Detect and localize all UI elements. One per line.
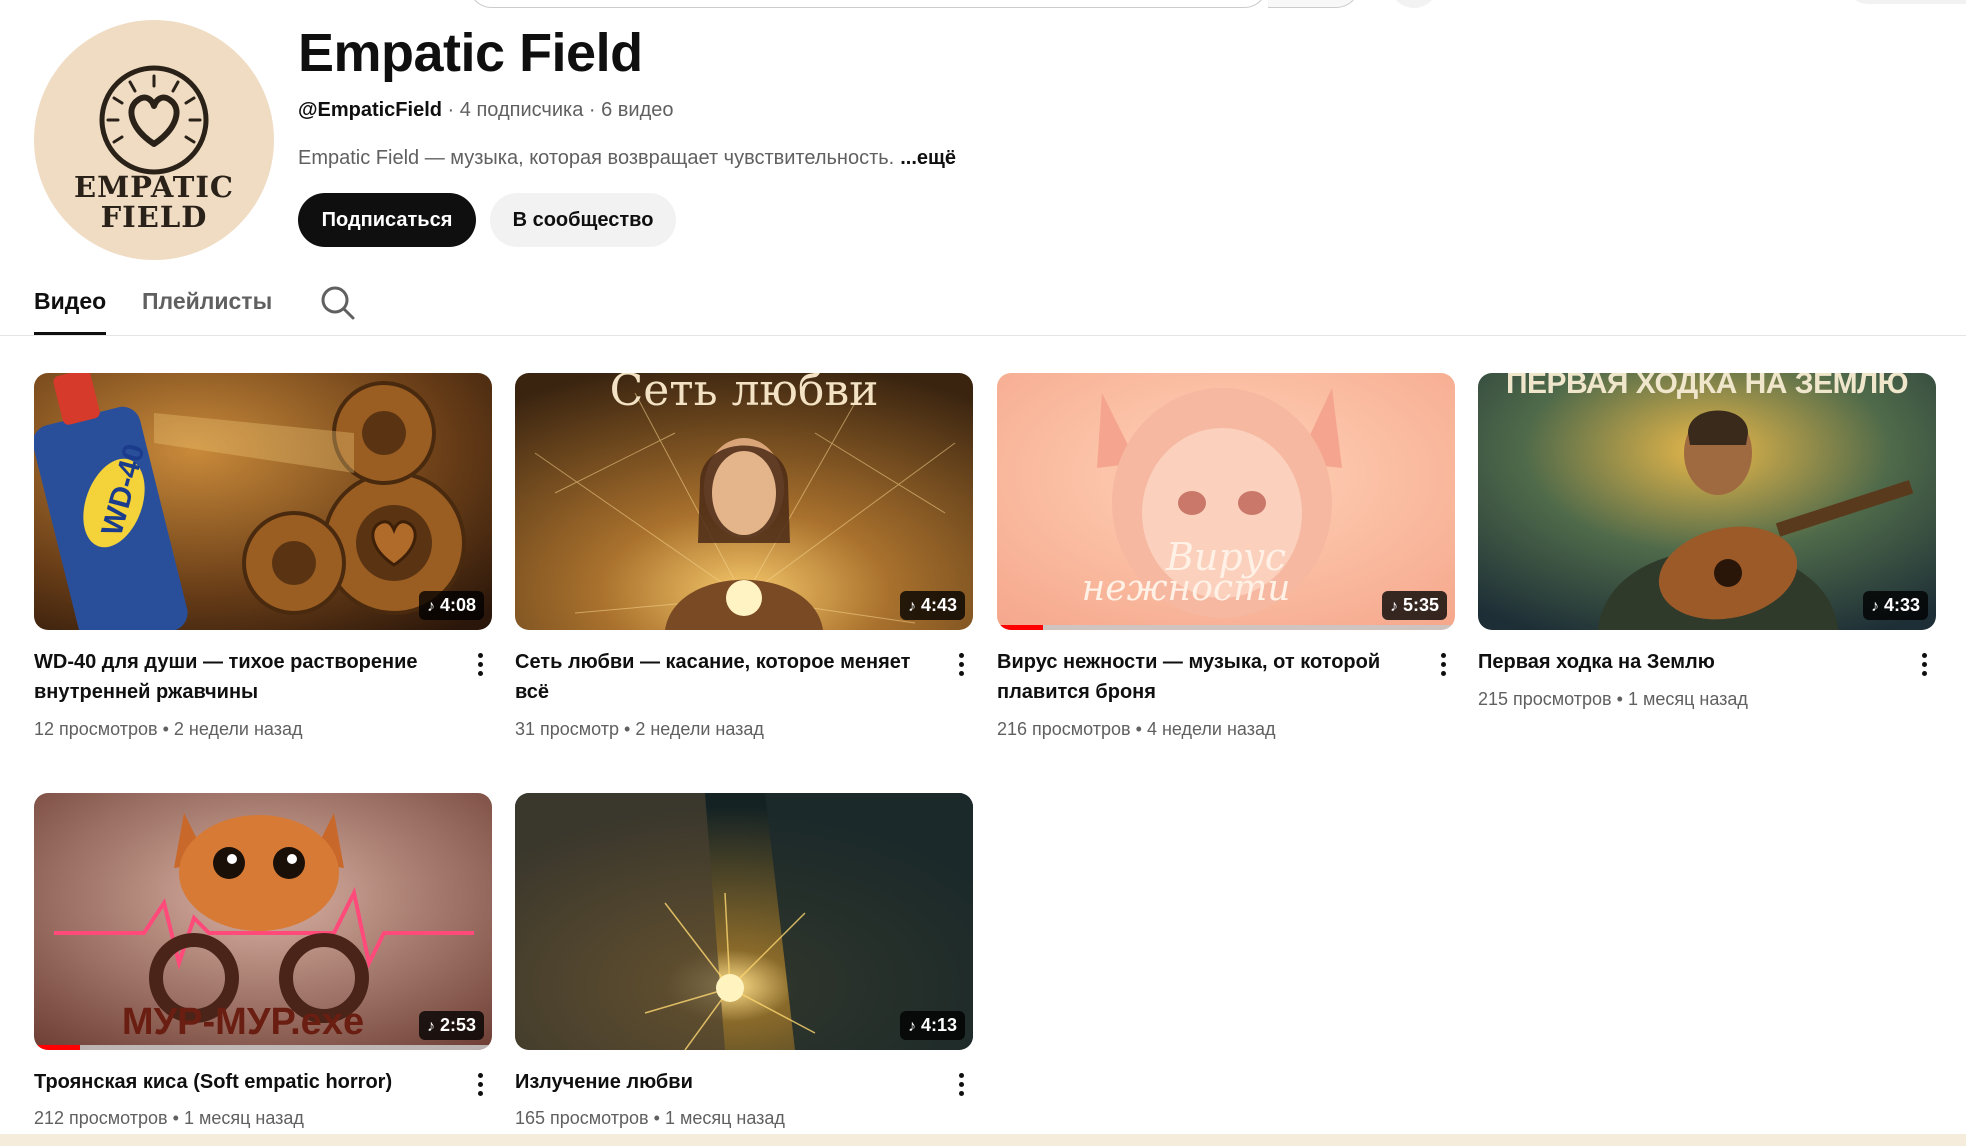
video-card[interactable]: МУР-МУР.exe ♪ 2:53 Троянская киса (Soft e… (34, 793, 492, 1128)
duration-badge: ♪ 4:33 (1862, 591, 1928, 620)
video-thumbnail[interactable]: МУР-МУР.exe ♪ 2:53 (34, 793, 492, 1050)
video-title[interactable]: WD-40 для души — тихое растворение внутр… (34, 647, 434, 707)
thumbnail-caption: МУР-МУР.exe (121, 1001, 365, 1043)
more-vert-icon[interactable] (1912, 649, 1936, 683)
avatar-text-line2: FIELD (100, 200, 208, 234)
avatar-text-line1: EMPATIC (73, 170, 235, 204)
video-meta: 215 просмотров • 1 месяц назад (1478, 689, 1748, 709)
more-vert-icon[interactable] (468, 649, 492, 683)
watch-progress-track (34, 1045, 492, 1050)
video-count: 6 видео (601, 99, 674, 121)
more-vert-icon[interactable] (949, 1069, 973, 1103)
watch-progress-track (997, 625, 1455, 630)
music-note-icon: ♪ (1389, 598, 1398, 615)
voice-search-button[interactable] (1390, 0, 1438, 8)
video-meta: 31 просмотр • 2 недели назад (515, 719, 764, 739)
bottom-edge-strip (0, 1134, 1966, 1146)
thumbnail-caption: ПЕРВАЯ ХОДКА НА ЗЕМЛЮ (1505, 373, 1909, 400)
video-meta: 165 просмотров • 1 месяц назад (515, 1108, 785, 1128)
channel-search-icon[interactable] (318, 283, 358, 323)
more-vert-icon[interactable] (1431, 649, 1455, 683)
music-note-icon: ♪ (907, 1018, 916, 1035)
more-vert-icon[interactable] (949, 649, 973, 683)
video-thumbnail[interactable]: ♪ 4:13 (515, 793, 973, 1050)
masthead-account-button[interactable] (1846, 0, 1966, 4)
description-more-link[interactable]: ...ещё (900, 147, 956, 169)
tab-videos[interactable]: Видео (34, 288, 106, 315)
video-thumbnail[interactable]: Сеть любви ♪ 4:43 (515, 373, 973, 630)
watch-progress-fill (997, 625, 1043, 630)
duration-badge: ♪ 2:53 (418, 1011, 484, 1040)
video-title[interactable]: Вирус нежности — музыка, от которой плав… (997, 647, 1397, 707)
video-title[interactable]: Излучение любви (515, 1067, 915, 1097)
video-thumbnail[interactable]: Вирус нежности ♪ 5:35 (997, 373, 1455, 630)
channel-description[interactable]: Empatic Field — музыка, которая возвраща… (298, 147, 956, 170)
video-card[interactable]: ПЕРВАЯ ХОДКА НА ЗЕМЛЮ ♪ 4:33 Первая ходка… (1478, 373, 1936, 709)
video-thumbnail[interactable]: ПЕРВАЯ ХОДКА НА ЗЕМЛЮ ♪ 4:33 (1478, 373, 1936, 630)
video-card[interactable]: Сеть любви ♪ 4:43 Сеть любви — касание, к… (515, 373, 973, 739)
thumbnail-caption: Сеть любви (609, 373, 879, 416)
channel-meta: @EmpaticField · 4 подписчика · 6 видео (298, 99, 674, 122)
duration-badge: ♪ 4:13 (899, 1011, 965, 1040)
music-note-icon: ♪ (426, 1018, 435, 1035)
meta-separator: · (441, 99, 460, 121)
video-card[interactable]: ♪ 4:13 Излучение любви 165 просмотров • 1… (515, 793, 973, 1128)
channel-title: Empatic Field (298, 23, 643, 83)
video-title[interactable]: Сеть любви — касание, которое меняет всё (515, 647, 915, 707)
video-meta: 212 просмотров • 1 месяц назад (34, 1108, 304, 1128)
video-title[interactable]: Первая ходка на Землю (1478, 647, 1878, 677)
tab-playlists[interactable]: Плейлисты (142, 288, 272, 315)
more-vert-icon[interactable] (468, 1069, 492, 1103)
video-meta: 12 просмотров • 2 недели назад (34, 719, 303, 739)
video-meta: 216 просмотров • 4 недели назад (997, 719, 1276, 739)
music-note-icon: ♪ (907, 598, 916, 615)
meta-separator: · (583, 99, 602, 121)
video-card[interactable]: WD-40 ♪ 4:08 WD-40 для души — тихое раств… (34, 373, 492, 739)
video-thumbnail[interactable]: WD-40 ♪ 4:08 (34, 373, 492, 630)
channel-handle[interactable]: @EmpaticField (298, 99, 442, 121)
watch-progress-fill (34, 1045, 80, 1050)
thumbnail-caption-line2: нежности (1081, 568, 1291, 609)
channel-description-text: Empatic Field — музыка, которая возвраща… (298, 147, 895, 169)
duration-badge: ♪ 4:08 (418, 591, 484, 620)
tabs-divider (0, 335, 1966, 336)
video-title[interactable]: Троянская киса (Soft empatic horror) (34, 1067, 434, 1097)
subscribe-button[interactable]: Подписаться (298, 193, 476, 247)
music-note-icon: ♪ (426, 598, 435, 615)
channel-avatar: EMPATIC FIELD (34, 20, 274, 260)
community-button[interactable]: В сообщество (490, 193, 676, 247)
duration-badge: ♪ 5:35 (1381, 591, 1447, 620)
masthead-search-button[interactable] (1268, 0, 1360, 8)
subscriber-count: 4 подписчика (459, 99, 584, 121)
video-card[interactable]: Вирус нежности ♪ 5:35 Вирус нежности — му… (997, 373, 1455, 739)
music-note-icon: ♪ (1870, 598, 1879, 615)
duration-badge: ♪ 4:43 (899, 591, 965, 620)
masthead-search-input[interactable] (468, 0, 1268, 8)
